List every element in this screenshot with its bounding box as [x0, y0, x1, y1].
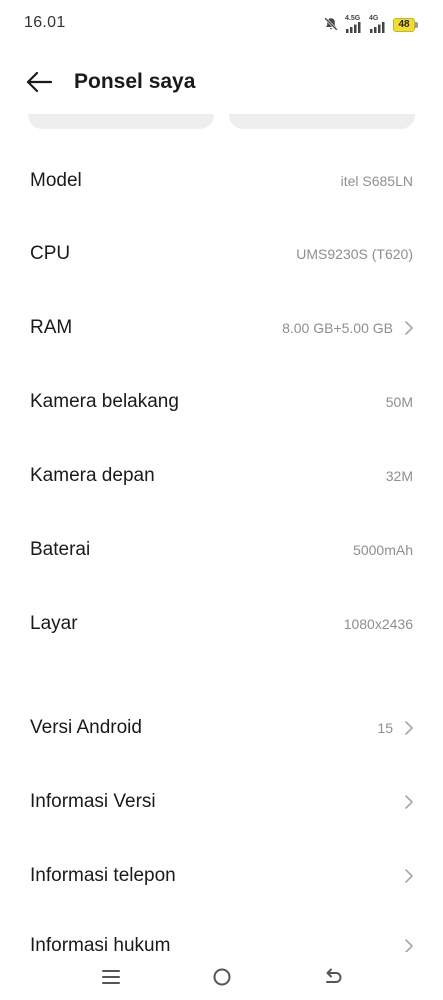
spec-label: Kamera belakang — [30, 391, 179, 412]
status-bar: 16.01 4.5G 4G 48 — [0, 0, 443, 46]
spec-value: 8.00 GB+5.00 GB — [282, 320, 393, 336]
battery-level: 48 — [393, 18, 415, 32]
info-value: 15 — [377, 720, 393, 736]
chevron-right-icon — [405, 721, 413, 735]
signal-4-5g-icon: 4.5G — [345, 15, 363, 33]
spec-row-battery: Baterai 5000mAh — [0, 519, 443, 581]
scrolled-cards-peek — [28, 114, 415, 130]
spec-value: 32M — [385, 468, 413, 484]
home-icon — [213, 968, 231, 986]
spec-value: 1080x2436 — [343, 616, 413, 632]
back-button[interactable] — [22, 66, 56, 98]
app-header: Ponsel saya — [0, 56, 443, 108]
arrow-left-icon — [26, 71, 53, 93]
spec-value: itel S685LN — [340, 173, 413, 189]
signal-4g-icon: 4G — [369, 15, 387, 33]
chevron-right-icon — [405, 795, 413, 809]
chevron-right-icon — [405, 321, 413, 335]
recents-button[interactable] — [96, 962, 126, 992]
page-title: Ponsel saya — [74, 70, 196, 93]
chevron-right-icon — [405, 869, 413, 883]
spec-row-cpu: CPU UMS9230S (T620) — [0, 223, 443, 285]
navigation-bar — [0, 952, 443, 1000]
home-button[interactable] — [207, 962, 237, 992]
spec-value: 50M — [385, 394, 413, 410]
status-icons: 4.5G 4G 48 — [323, 13, 419, 33]
spec-row-model: Model itel S685LN — [0, 150, 443, 212]
spec-label: Baterai — [30, 539, 91, 560]
back-icon — [326, 968, 342, 983]
spec-label: RAM — [30, 317, 73, 338]
spec-label: Layar — [30, 613, 78, 634]
info-row-android-version[interactable]: Versi Android 15 — [0, 697, 443, 759]
spec-row-screen: Layar 1080x2436 — [0, 593, 443, 655]
status-time: 16.01 — [24, 14, 66, 31]
spec-row-ram[interactable]: RAM 8.00 GB+5.00 GB — [0, 297, 443, 359]
spec-label: Kamera depan — [30, 465, 155, 486]
info-row-phone-info[interactable]: Informasi telepon — [0, 845, 443, 907]
info-label: Informasi Versi — [30, 791, 156, 812]
spec-row-front-camera: Kamera depan 32M — [0, 445, 443, 507]
mute-notification-icon — [323, 16, 339, 32]
info-label: Versi Android — [30, 717, 142, 738]
menu-icon — [102, 970, 120, 984]
spec-label: Model — [30, 170, 82, 191]
info-row-version-info[interactable]: Informasi Versi — [0, 771, 443, 833]
spec-label: CPU — [30, 243, 71, 264]
spec-value: UMS9230S (T620) — [296, 246, 413, 262]
spec-row-rear-camera: Kamera belakang 50M — [0, 371, 443, 433]
battery-icon: 48 — [393, 18, 419, 32]
info-label: Informasi telepon — [30, 865, 176, 886]
spec-value: 5000mAh — [353, 542, 413, 558]
nav-back-button[interactable] — [318, 962, 348, 992]
card-peek-right[interactable] — [229, 114, 415, 129]
card-peek-left[interactable] — [28, 114, 214, 129]
